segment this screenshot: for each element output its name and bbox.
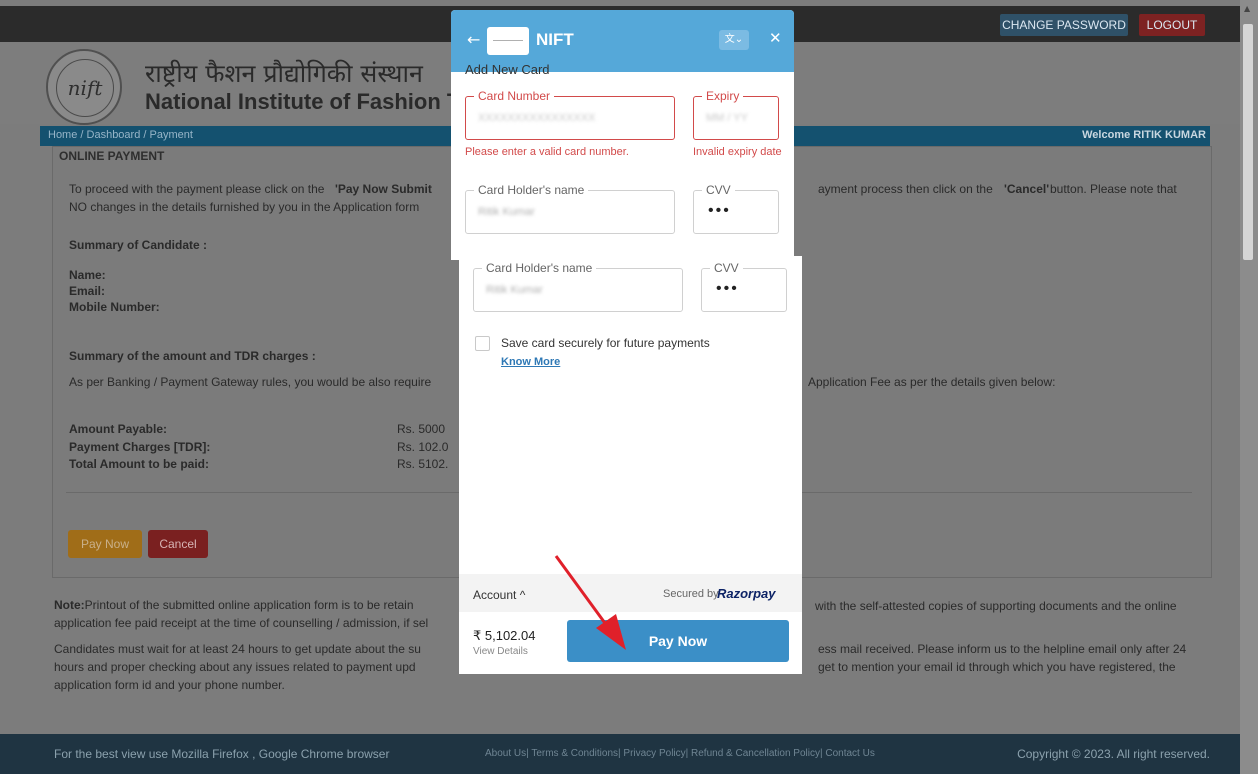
expiry-value: MM / YY	[706, 112, 748, 124]
intro-text-bold: 'Pay Now Submit	[335, 182, 432, 196]
summary-candidate-heading: Summary of Candidate :	[69, 238, 208, 252]
expiry-error: Invalid expiry date	[693, 146, 782, 158]
cancel-button[interactable]: Cancel	[148, 530, 208, 558]
breadcrumb[interactable]: Home / Dashboard / Payment	[48, 129, 193, 141]
amount-payable-label: Amount Payable:	[69, 422, 168, 436]
card-number-label: Card Number	[474, 89, 555, 103]
change-password-button[interactable]: CHANGE PASSWORD	[1000, 14, 1128, 36]
razorpay-logo: Razorpay	[717, 586, 776, 601]
cvv-field[interactable]: CVV •••	[693, 183, 779, 234]
tdr-label: Payment Charges [TDR]:	[69, 440, 211, 454]
banking-text: As per Banking / Payment Gateway rules, …	[69, 375, 432, 389]
razorpay-pay-now-button[interactable]: Pay Now	[567, 620, 789, 662]
note1-line2: application fee paid receipt at the time…	[54, 616, 429, 630]
scroll-up-icon[interactable]: ▲	[1244, 4, 1250, 13]
scrollbar-thumb[interactable]	[1243, 24, 1253, 260]
note2-line3: application form id and your phone numbe…	[54, 678, 285, 692]
summary-amount-heading: Summary of the amount and TDR charges :	[69, 349, 316, 363]
know-more-link[interactable]: Know More	[501, 356, 560, 368]
logout-button[interactable]: LOGOUT	[1139, 14, 1205, 36]
intro-text-end: ayment process then click on the	[818, 182, 993, 196]
note2-line2-start: hours and proper checking about any issu…	[54, 660, 416, 674]
card-number-value: XXXXXXXXXXXXXXXX	[478, 112, 596, 124]
site-footer: For the best view use Mozilla Firefox , …	[0, 734, 1240, 774]
name-label: Name:	[69, 268, 106, 282]
welcome-user: Welcome RITIK KUMAR	[1082, 129, 1206, 141]
card-holder-field-duplicate[interactable]: Card Holder's name Ritik Kumar	[473, 261, 683, 312]
intro-text-tail: button. Please note that	[1050, 182, 1177, 196]
tdr-value: Rs. 102.0	[397, 440, 449, 454]
footer-browser-note: For the best view use Mozilla Firefox , …	[54, 747, 390, 761]
footer-copyright: Copyright © 2023. All right reserved.	[1017, 747, 1210, 761]
save-card-checkbox[interactable]	[475, 336, 490, 351]
site-title-english: National Institute of Fashion Tec	[145, 89, 484, 114]
razorpay-modal-body: Card Holder's name Ritik Kumar CVV ••• S…	[459, 256, 802, 574]
card-holder-label-duplicate: Card Holder's name	[482, 261, 597, 275]
cvv-label: CVV	[702, 183, 735, 197]
note-label: Note:	[54, 598, 85, 612]
intro-text-line2: NO changes in the details furnished by y…	[69, 200, 420, 214]
note2-start: Candidates must wait for at least 24 hou…	[54, 642, 421, 656]
note2-end: ess mail received. Please inform us to t…	[818, 642, 1187, 656]
secured-by-label: Secured by	[663, 588, 719, 600]
card-number-field[interactable]: Card Number XXXXXXXXXXXXXXXX	[465, 89, 675, 140]
page-scrollbar[interactable]: ▲	[1240, 0, 1258, 774]
add-new-card-heading: Add New Card	[465, 62, 550, 77]
panel-title: ONLINE PAYMENT	[59, 149, 165, 163]
card-holder-value-duplicate: Ritik Kumar	[486, 284, 543, 296]
amount-total: ₹ 5,102.04	[473, 628, 536, 643]
nift-logo: nift	[46, 49, 122, 125]
amount-payable-value: Rs. 5000	[397, 422, 446, 436]
note1-end: with the self-attested copies of support…	[815, 599, 1177, 613]
footer-links[interactable]: About Us| Terms & Conditions| Privacy Po…	[485, 748, 875, 759]
expiry-label: Expiry	[702, 89, 744, 103]
view-details-link[interactable]: View Details	[473, 646, 528, 657]
note1-start: Printout of the submitted online applica…	[84, 598, 414, 612]
merchant-logo	[487, 27, 529, 55]
card-holder-field[interactable]: Card Holder's name Ritik Kumar	[465, 183, 675, 234]
razorpay-modal-top: ← NIFT 文⌄ ✕ Add New Card Card Number XXX…	[451, 10, 794, 260]
note2-line2-end: get to mention your email id through whi…	[818, 660, 1176, 674]
cvv-value-duplicate: •••	[716, 280, 739, 297]
mobile-label: Mobile Number:	[69, 300, 160, 314]
cvv-label-duplicate: CVV	[710, 261, 743, 275]
cvv-value: •••	[708, 202, 731, 219]
card-holder-label: Card Holder's name	[474, 183, 589, 197]
intro-cancel-bold: 'Cancel'	[1004, 182, 1050, 196]
expiry-field[interactable]: Expiry MM / YY	[693, 89, 779, 140]
banking-text-tail: Application Fee as per the details given…	[808, 375, 1056, 389]
close-icon[interactable]: ✕	[769, 29, 782, 47]
logo-text: nift	[56, 59, 114, 117]
site-title-hindi: राष्ट्रीय फैशन प्रौद्योगिकी संस्थान	[145, 59, 423, 88]
translate-icon[interactable]: 文⌄	[719, 30, 749, 50]
account-toggle[interactable]: Account ^	[473, 588, 525, 602]
intro-text-start: To proceed with the payment please click…	[69, 182, 325, 196]
account-row[interactable]: Account ^ Secured by Razorpay	[459, 574, 802, 612]
total-value: Rs. 5102.	[397, 457, 449, 471]
card-holder-value: Ritik Kumar	[478, 206, 535, 218]
total-label: Total Amount to be paid:	[69, 457, 209, 471]
save-card-label: Save card securely for future payments	[501, 336, 710, 350]
card-number-error: Please enter a valid card number.	[465, 146, 629, 158]
pay-now-button[interactable]: Pay Now	[68, 530, 142, 558]
email-label: Email:	[69, 284, 106, 298]
razorpay-modal-footer: Account ^ Secured by Razorpay ₹ 5,102.04…	[459, 574, 802, 674]
back-arrow-icon[interactable]: ←	[467, 30, 480, 49]
cvv-field-duplicate[interactable]: CVV •••	[701, 261, 787, 312]
merchant-name: NIFT	[536, 30, 574, 49]
